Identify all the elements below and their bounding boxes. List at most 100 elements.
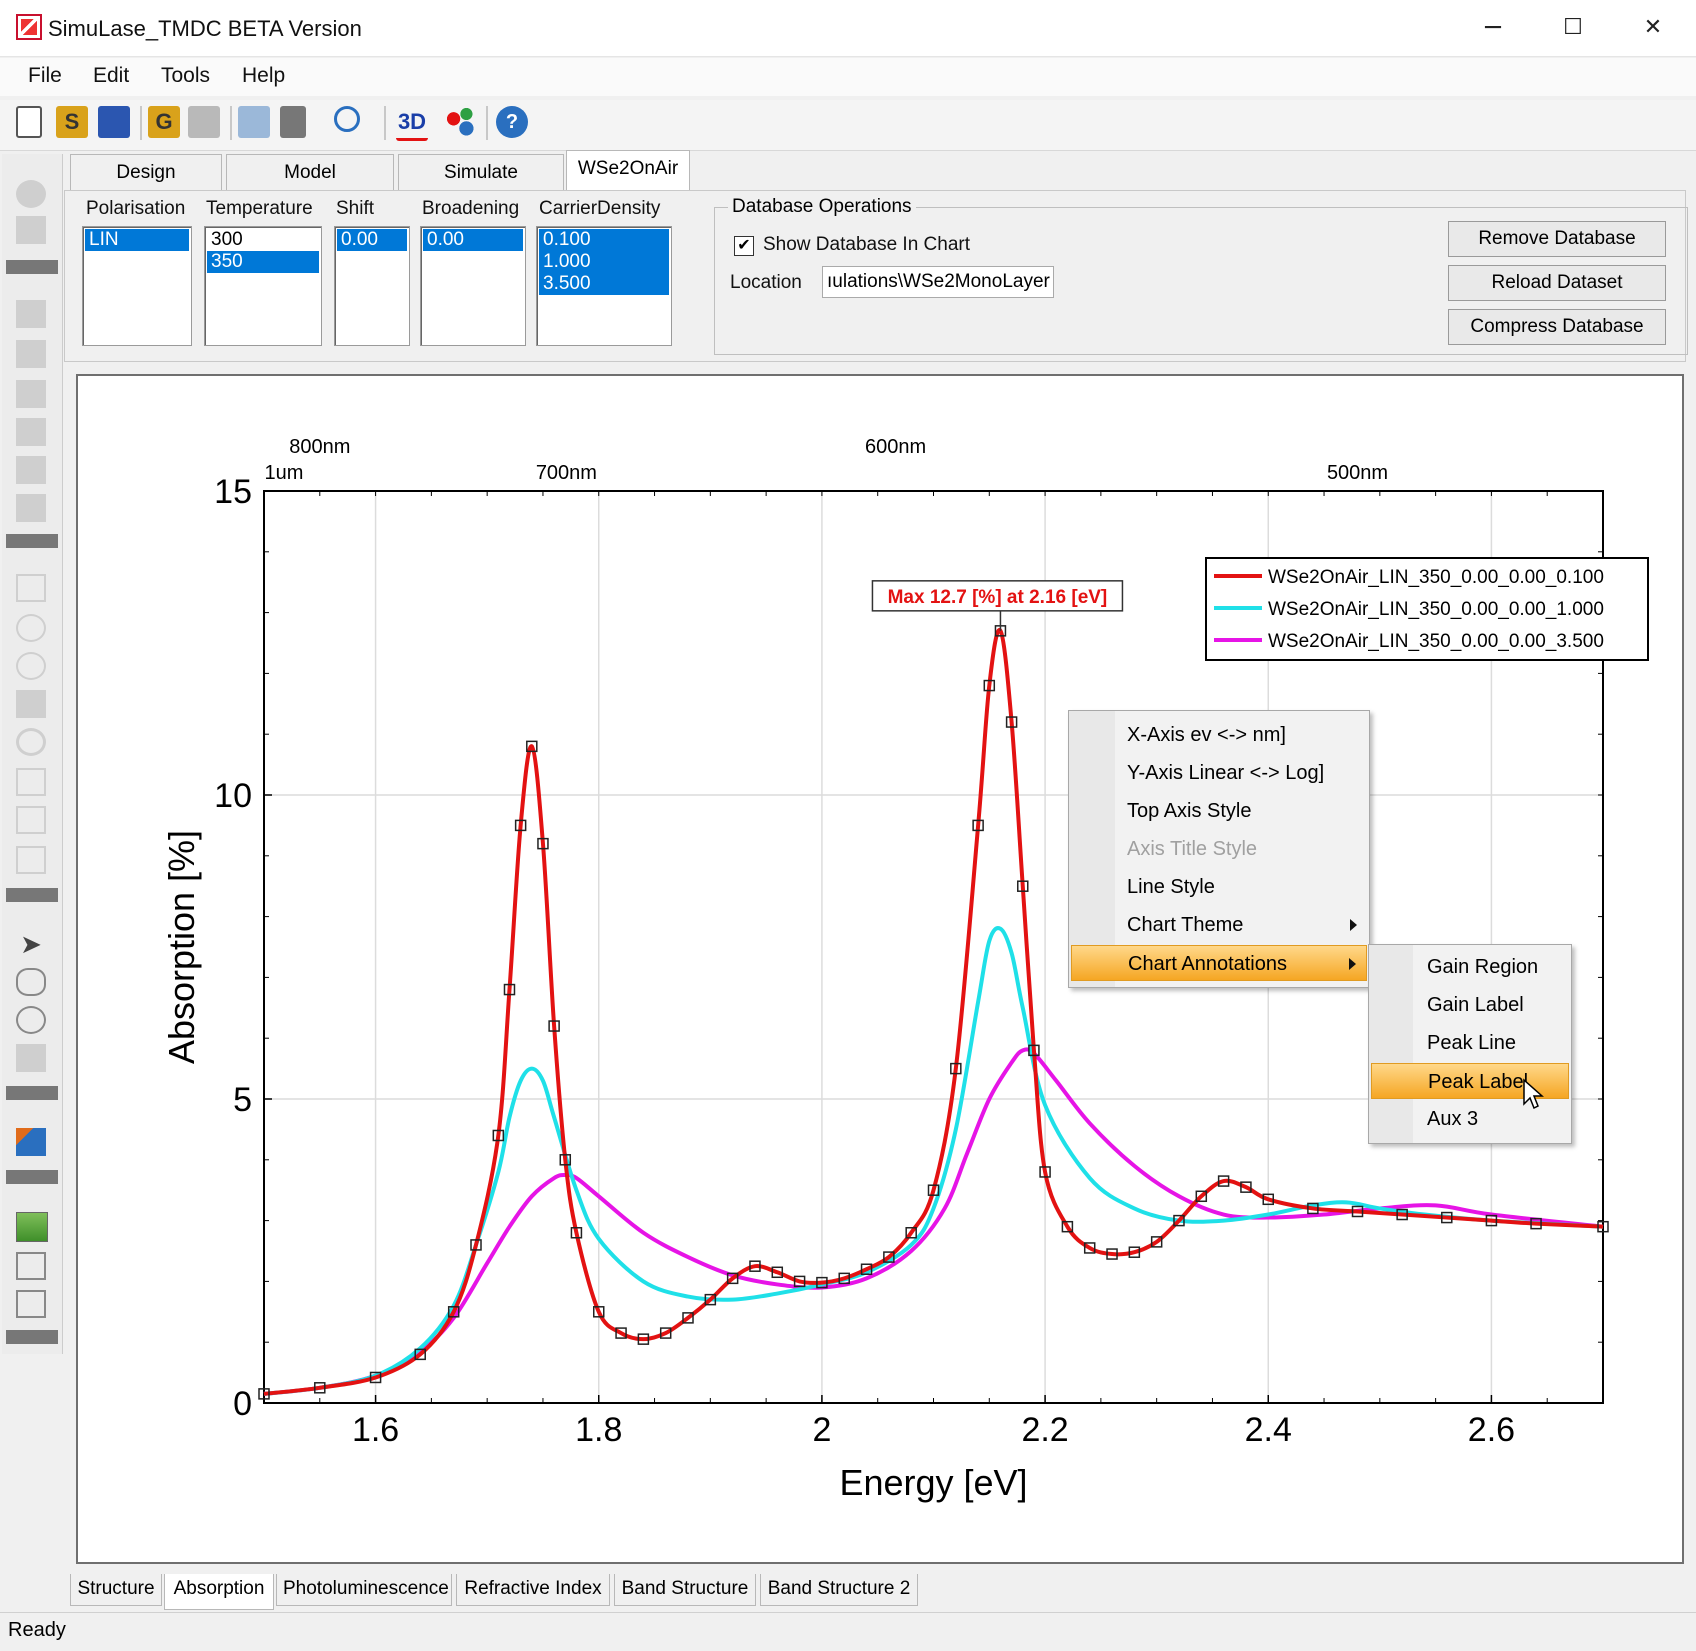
peak-annotation-label: Max 12.7 [%] at 2.16 [eV] — [888, 587, 1108, 608]
list-item[interactable]: LIN — [85, 229, 189, 251]
menu-item-x-axis[interactable]: X-Axis ev <-> nm] — [1071, 717, 1367, 753]
toolbar-expander[interactable] — [6, 888, 58, 902]
legend-label: WSe2OnAir_LIN_350_0.00_0.00_1.000 — [1268, 599, 1604, 620]
list-item[interactable]: 350 — [207, 251, 319, 273]
y-tick-label: 0 — [233, 1385, 252, 1423]
location-field[interactable]: ıulations\WSe2MonoLayer — [822, 266, 1054, 298]
menu-file[interactable]: File — [28, 64, 62, 88]
menu-edit[interactable]: Edit — [93, 64, 129, 88]
y-tick-label: 15 — [214, 473, 252, 511]
shift-label: Shift — [336, 198, 375, 219]
reload-dataset-button[interactable]: Reload Dataset — [1448, 265, 1666, 301]
border-style-icon[interactable] — [16, 846, 46, 874]
compress-horizontal-icon[interactable] — [16, 418, 46, 446]
temperature-list[interactable]: 300 350 — [204, 226, 322, 346]
axis-x-icon[interactable] — [16, 690, 46, 718]
list-item[interactable]: 300 — [207, 229, 319, 251]
print-preview-icon[interactable] — [16, 1252, 46, 1280]
zoom-icon[interactable] — [334, 106, 360, 132]
menu-tools[interactable]: Tools — [161, 64, 210, 88]
mouse-cursor-icon — [1523, 1078, 1544, 1110]
toolbar-separator — [486, 106, 488, 140]
window-title: SimuLase_TMDC BETA Version — [48, 16, 362, 41]
polarisation-list[interactable]: LIN — [82, 226, 192, 346]
menu-item-gain-region[interactable]: Gain Region — [1371, 949, 1569, 985]
toolbar-separator — [140, 106, 142, 140]
compress-vertical-icon[interactable] — [16, 380, 46, 408]
script-icon[interactable]: S — [56, 106, 88, 138]
help-icon[interactable]: ? — [496, 106, 528, 138]
orbit-icon[interactable] — [16, 614, 46, 642]
broadening-list[interactable]: 0.00 — [420, 226, 526, 346]
x-tick-label: 2 — [812, 1411, 831, 1449]
list-item[interactable]: 3.500 — [539, 273, 669, 295]
toolbar-expander[interactable] — [6, 1086, 58, 1100]
share-icon[interactable] — [444, 106, 476, 138]
3d-axis-icon[interactable] — [16, 574, 46, 602]
spin-icon[interactable] — [16, 652, 46, 680]
print-icon[interactable] — [188, 106, 220, 138]
zoom-out-icon[interactable] — [16, 728, 46, 756]
export-image-icon[interactable] — [238, 106, 270, 138]
tab-band-structure-2[interactable]: Band Structure 2 — [760, 1574, 918, 1606]
rotate-icon[interactable] — [16, 300, 46, 328]
toolbar-expander[interactable] — [6, 1330, 58, 1344]
scale-up-icon[interactable] — [16, 456, 46, 484]
list-item[interactable]: 0.00 — [423, 229, 523, 251]
tab-absorption[interactable]: Absorption — [164, 1574, 274, 1610]
line-color-icon[interactable] — [16, 1128, 46, 1156]
tab-model-parameters[interactable]: Model Parameters — [226, 154, 394, 219]
menu-item-gain-label[interactable]: Gain Label — [1371, 987, 1569, 1023]
generate-icon[interactable]: G — [148, 106, 180, 138]
compress-database-button[interactable]: Compress Database — [1448, 309, 1666, 345]
image-icon[interactable] — [16, 1212, 48, 1242]
axis-style-icon[interactable] — [280, 106, 306, 138]
scale-down-icon[interactable] — [16, 494, 46, 522]
toolbar-expander[interactable] — [6, 534, 58, 548]
remove-database-button[interactable]: Remove Database — [1448, 221, 1666, 257]
list-item[interactable]: 0.00 — [337, 229, 407, 251]
toolbar-expander[interactable] — [6, 1170, 58, 1184]
menu-item-label: Chart Theme — [1127, 914, 1244, 936]
hand-pan-icon[interactable] — [16, 968, 46, 996]
menu-help[interactable]: Help — [242, 64, 285, 88]
frame-icon[interactable] — [16, 806, 46, 834]
3d-view-icon[interactable]: 3D — [396, 106, 428, 141]
submenu-arrow-icon — [1350, 919, 1357, 931]
tab-simulate-structure[interactable]: Simulate Structure — [398, 154, 564, 219]
tab-photoluminescence[interactable]: Photoluminescence — [276, 1574, 452, 1606]
menu-item-chart-annotations[interactable]: Chart Annotations — [1071, 945, 1367, 981]
x-tick-label: 2.6 — [1468, 1411, 1515, 1449]
list-item[interactable]: 1.000 — [539, 251, 669, 273]
copy-icon[interactable] — [16, 768, 46, 796]
menu-item-top-axis-style[interactable]: Top Axis Style — [1071, 793, 1367, 829]
menu-item-chart-theme[interactable]: Chart Theme — [1071, 907, 1367, 943]
new-file-icon[interactable] — [16, 106, 42, 138]
tab-refractive-index[interactable]: Refractive Index — [456, 1574, 610, 1606]
crosshair-icon[interactable] — [16, 1044, 46, 1072]
shift-list[interactable]: 0.00 — [334, 226, 410, 346]
pointer-icon[interactable]: ➤ — [16, 930, 46, 958]
polarisation-label: Polarisation — [86, 198, 186, 219]
document-icon[interactable] — [16, 1290, 46, 1318]
tab-band-structure[interactable]: Band Structure — [614, 1574, 756, 1606]
maximize-button[interactable]: ☐ — [1544, 8, 1602, 48]
menu-item-peak-line[interactable]: Peak Line — [1371, 1025, 1569, 1061]
minimize-button[interactable]: ─ — [1464, 8, 1522, 48]
menu-item-y-axis[interactable]: Y-Axis Linear <-> Log] — [1071, 755, 1367, 791]
rotate-alt-icon[interactable] — [16, 340, 46, 368]
close-button[interactable]: ✕ — [1624, 8, 1682, 48]
show-database-checkbox[interactable]: ✔ — [734, 236, 754, 256]
light-bulb-icon[interactable] — [16, 180, 46, 208]
save-icon[interactable] — [98, 106, 130, 138]
carrier-density-list[interactable]: 0.100 1.000 3.500 — [536, 226, 672, 346]
tab-structure[interactable]: Structure — [70, 1574, 162, 1606]
data-cursor-icon[interactable] — [16, 1006, 46, 1034]
toolbar-expander[interactable] — [6, 260, 58, 274]
list-item[interactable]: 0.100 — [539, 229, 669, 251]
tab-design-structure[interactable]: Design Structure — [70, 154, 222, 219]
location-label: Location — [730, 272, 802, 293]
tab-wse2onair[interactable]: WSe2OnAir — [566, 150, 690, 192]
menu-item-line-style[interactable]: Line Style — [1071, 869, 1367, 905]
light-direction-icon[interactable] — [16, 216, 46, 244]
